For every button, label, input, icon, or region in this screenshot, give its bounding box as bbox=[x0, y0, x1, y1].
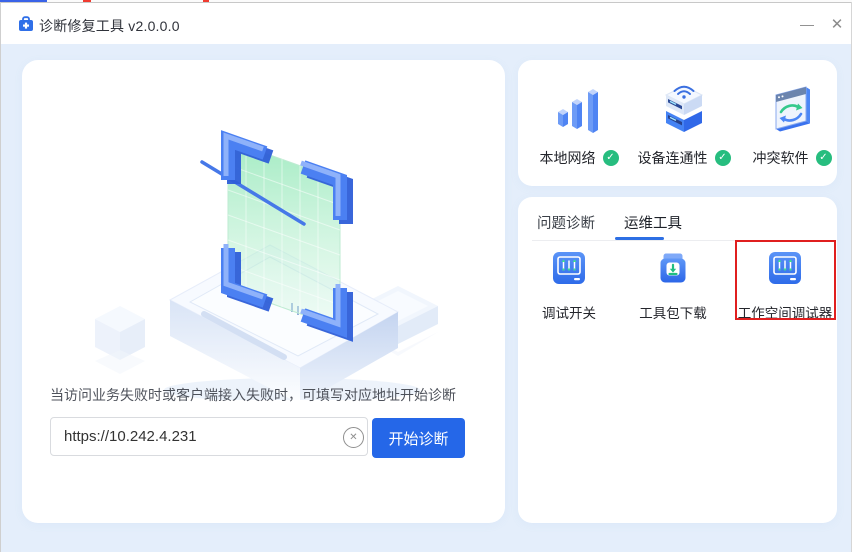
tools-tabs: 问题诊断 运维工具 bbox=[537, 212, 682, 233]
minimize-icon: — bbox=[800, 16, 814, 32]
title-bar: 诊断修复工具 v2.0.0.0 — ✕ bbox=[1, 3, 851, 44]
status-label: 本地网络 bbox=[540, 148, 596, 168]
scanner-illustration bbox=[52, 60, 476, 400]
status-label: 冲突软件 bbox=[753, 148, 809, 168]
main-content: 当访问业务失败时或客户端接入失败时，可填写对应地址开始诊断 ✕ 开始诊断 bbox=[1, 44, 851, 552]
start-diagnose-button[interactable]: 开始诊断 bbox=[372, 418, 465, 458]
debug-switch-icon bbox=[552, 251, 586, 285]
tool-label: 工具包下载 bbox=[621, 302, 725, 322]
diagnose-panel: 当访问业务失败时或客户端接入失败时，可填写对应地址开始诊断 ✕ 开始诊断 bbox=[22, 60, 505, 523]
minimize-button[interactable]: — bbox=[795, 12, 819, 36]
check-circle-icon: ✓ bbox=[816, 150, 832, 166]
window-border-left bbox=[0, 2, 1, 552]
signal-bars-icon bbox=[552, 82, 606, 136]
device-connectivity-icon bbox=[657, 82, 711, 136]
tool-label: 工作空间调试器 bbox=[733, 302, 837, 322]
close-button[interactable]: ✕ bbox=[825, 12, 849, 36]
medkit-icon bbox=[18, 16, 34, 32]
tab-ops-tools[interactable]: 运维工具 bbox=[624, 212, 682, 233]
window-border-top bbox=[0, 2, 852, 3]
status-label: 设备连通性 bbox=[638, 148, 708, 168]
tool-label: 调试开关 bbox=[517, 302, 621, 322]
check-circle-icon: ✓ bbox=[603, 150, 619, 166]
status-panel: 本地网络 ✓ bbox=[518, 60, 837, 186]
status-item-local-network: 本地网络 ✓ bbox=[524, 82, 634, 168]
top-edge-strip bbox=[0, 0, 852, 2]
clear-icon: ✕ bbox=[349, 433, 357, 443]
status-item-conflict-software: 冲突软件 ✓ bbox=[737, 82, 847, 168]
top-artifact-red-1 bbox=[83, 0, 91, 2]
tool-workspace-debugger[interactable]: 工作空间调试器 bbox=[733, 251, 837, 322]
window-title: 诊断修复工具 v2.0.0.0 bbox=[39, 16, 180, 36]
tab-problem-diagnosis[interactable]: 问题诊断 bbox=[537, 212, 595, 233]
toolkit-download-icon bbox=[656, 251, 690, 285]
bar-medium bbox=[572, 99, 582, 129]
close-icon: ✕ bbox=[831, 15, 844, 33]
workspace-debugger-icon bbox=[768, 251, 802, 285]
bar-tall bbox=[588, 89, 598, 133]
status-item-device-connectivity: 设备连通性 ✓ bbox=[629, 82, 739, 168]
address-input[interactable] bbox=[50, 417, 368, 456]
clear-input-button[interactable]: ✕ bbox=[343, 427, 364, 448]
tool-debug-switch[interactable]: 调试开关 bbox=[517, 251, 621, 322]
check-circle-icon: ✓ bbox=[715, 150, 731, 166]
top-artifact-blue bbox=[0, 0, 47, 2]
top-artifact-red-2 bbox=[203, 0, 209, 2]
decor-cube-left bbox=[95, 306, 145, 374]
conflict-software-icon bbox=[765, 82, 819, 136]
tools-panel: 问题诊断 运维工具 bbox=[518, 197, 837, 523]
tool-toolkit-download[interactable]: 工具包下载 bbox=[621, 251, 725, 322]
tabs-divider bbox=[532, 240, 823, 241]
diagnose-hint: 当访问业务失败时或客户端接入失败时，可填写对应地址开始诊断 bbox=[50, 385, 456, 405]
bar-small bbox=[558, 109, 568, 127]
